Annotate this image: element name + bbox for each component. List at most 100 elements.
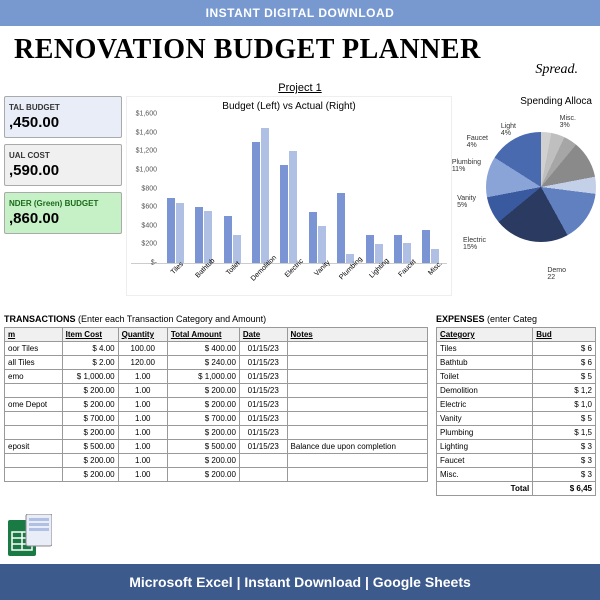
y-tick: $1,000	[136, 166, 157, 173]
cell[interactable]: $ 6	[533, 342, 596, 356]
cell[interactable]: all Tiles	[5, 356, 63, 370]
cell[interactable]: 1.00	[118, 370, 167, 384]
bar-group	[161, 114, 189, 263]
pie-slice-label: Plumbing11%	[452, 159, 481, 173]
cell[interactable]: 01/15/23	[239, 398, 287, 412]
cell[interactable]: $ 200.00	[167, 468, 239, 482]
cell[interactable]: $ 700.00	[62, 412, 118, 426]
transactions-grid: mItem CostQuantityTotal AmountDateNotes …	[4, 327, 428, 482]
cell[interactable]: 1.00	[118, 384, 167, 398]
cell[interactable]: 1.00	[118, 468, 167, 482]
cell[interactable]	[287, 468, 427, 482]
bar-group	[218, 114, 246, 263]
cell[interactable]: $ 3	[533, 454, 596, 468]
bar-budget	[309, 212, 317, 263]
kpi-label: TAL BUDGET	[9, 103, 117, 112]
cell[interactable]: $ 5	[533, 412, 596, 426]
cell[interactable]: Plumbing	[437, 426, 533, 440]
table-row: ome Depot$ 200.001.00$ 200.0001/15/23	[5, 398, 428, 412]
cell[interactable]	[287, 342, 427, 356]
bar-group	[360, 114, 388, 263]
cell[interactable]: Faucet	[437, 454, 533, 468]
cell[interactable]: 01/15/23	[239, 356, 287, 370]
cell[interactable]	[287, 356, 427, 370]
cell[interactable]	[239, 454, 287, 468]
cell[interactable]	[287, 426, 427, 440]
cell[interactable]: $ 200.00	[167, 426, 239, 440]
cell[interactable]: Electric	[437, 398, 533, 412]
cell[interactable]: 01/15/23	[239, 412, 287, 426]
cell[interactable]: 01/15/23	[239, 384, 287, 398]
cell[interactable]: Bathtub	[437, 356, 533, 370]
cell[interactable]: $ 1,2	[533, 384, 596, 398]
cell[interactable]: emo	[5, 370, 63, 384]
cell[interactable]: 01/15/23	[239, 426, 287, 440]
cell[interactable]: 01/15/23	[239, 342, 287, 356]
expenses-title-sub: (enter Categ	[485, 314, 538, 324]
cell[interactable]: $ 1,000.00	[62, 370, 118, 384]
cell[interactable]: 1.00	[118, 426, 167, 440]
cell[interactable]: Vanity	[437, 412, 533, 426]
cell[interactable]	[287, 412, 427, 426]
cell[interactable]: Misc.	[437, 468, 533, 482]
cell[interactable]	[5, 426, 63, 440]
cell[interactable]	[287, 454, 427, 468]
total-label: Total	[437, 482, 533, 496]
cell[interactable]: eposit	[5, 440, 63, 454]
total-value: $ 6,45	[533, 482, 596, 496]
cell[interactable]: $ 200.00	[167, 384, 239, 398]
cell[interactable]	[287, 384, 427, 398]
cell[interactable]: 120.00	[118, 356, 167, 370]
cell[interactable]	[5, 454, 63, 468]
cell[interactable]: $ 1,000.00	[167, 370, 239, 384]
cell[interactable]: $ 1,0	[533, 398, 596, 412]
cell[interactable]: $ 200.00	[167, 398, 239, 412]
kpi-value: ,860.00	[9, 210, 117, 227]
cell[interactable]: $ 6	[533, 356, 596, 370]
cell[interactable]: $ 240.00	[167, 356, 239, 370]
cell[interactable]: $ 1,5	[533, 426, 596, 440]
table-row: CategoryBud	[437, 328, 596, 342]
y-tick: $1,400	[136, 129, 157, 136]
cell[interactable]: $ 2.00	[62, 356, 118, 370]
cell[interactable]: ome Depot	[5, 398, 63, 412]
cell[interactable]: Demolition	[437, 384, 533, 398]
cell[interactable]	[287, 370, 427, 384]
cell[interactable]	[5, 412, 63, 426]
cell[interactable]	[287, 398, 427, 412]
cell[interactable]: Balance due upon completion	[287, 440, 427, 454]
cell[interactable]: $ 200.00	[62, 454, 118, 468]
y-tick: $-	[151, 260, 157, 267]
cell[interactable]: $ 400.00	[167, 342, 239, 356]
table-row: $ 200.001.00$ 200.0001/15/23	[5, 426, 428, 440]
cell[interactable]: Toilet	[437, 370, 533, 384]
cell[interactable]: $ 3	[533, 440, 596, 454]
cell[interactable]: 1.00	[118, 454, 167, 468]
top-banner: INSTANT DIGITAL DOWNLOAD	[0, 0, 600, 26]
cell[interactable]: 01/15/23	[239, 440, 287, 454]
cell[interactable]: $ 500.00	[62, 440, 118, 454]
cell[interactable]	[239, 468, 287, 482]
cell[interactable]: oor Tiles	[5, 342, 63, 356]
cell[interactable]: $ 200.00	[62, 426, 118, 440]
cell[interactable]: 1.00	[118, 440, 167, 454]
cell[interactable]: $ 200.00	[62, 468, 118, 482]
expenses-title: EXPENSES (enter Categ	[436, 314, 596, 324]
cell[interactable]: $ 500.00	[167, 440, 239, 454]
cell[interactable]: $ 3	[533, 468, 596, 482]
cell[interactable]: 1.00	[118, 412, 167, 426]
cell[interactable]: $ 200.00	[62, 384, 118, 398]
cell[interactable]: $ 5	[533, 370, 596, 384]
cell[interactable]: $ 200.00	[167, 454, 239, 468]
cell[interactable]: 1.00	[118, 398, 167, 412]
table-row: eposit$ 500.001.00$ 500.0001/15/23Balanc…	[5, 440, 428, 454]
cell[interactable]: $ 4.00	[62, 342, 118, 356]
cell[interactable]	[5, 384, 63, 398]
cell[interactable]: 01/15/23	[239, 370, 287, 384]
cell[interactable]: Lighting	[437, 440, 533, 454]
cell[interactable]: $ 700.00	[167, 412, 239, 426]
cell[interactable]: Tiles	[437, 342, 533, 356]
cell[interactable]	[5, 468, 63, 482]
cell[interactable]: $ 200.00	[62, 398, 118, 412]
cell[interactable]: 100.00	[118, 342, 167, 356]
